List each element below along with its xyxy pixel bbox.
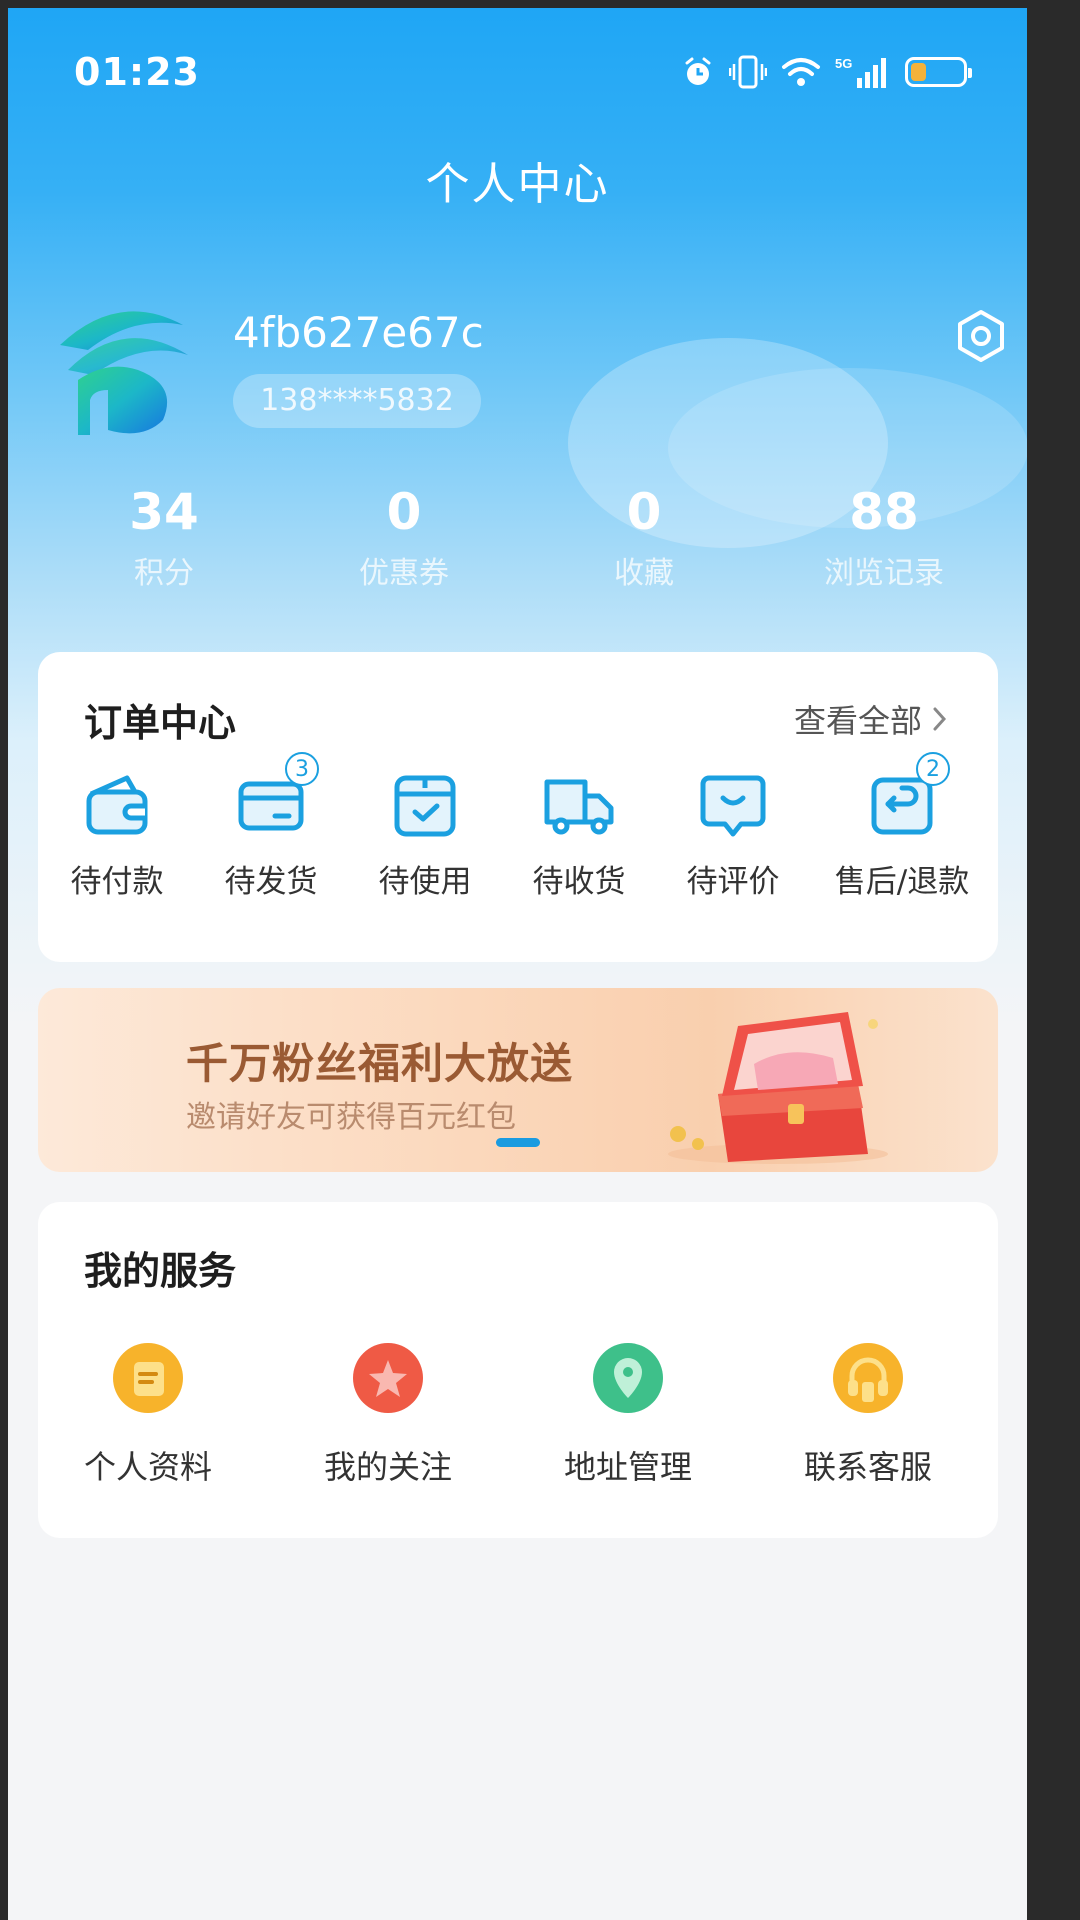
order-pending-receipt[interactable]: 待收货 bbox=[499, 764, 659, 901]
treasure-chest-icon bbox=[668, 1012, 888, 1164]
5g-signal-icon: 5G bbox=[835, 56, 886, 88]
phone-number: 138****5832 bbox=[233, 374, 481, 428]
banner-subtitle: 邀请好友可获得百元红包 bbox=[186, 1100, 516, 1135]
view-all-label: 查看全部 bbox=[793, 702, 922, 740]
battery-level bbox=[911, 63, 926, 81]
service-customer-support[interactable]: 联系客服 bbox=[758, 1342, 978, 1488]
chevron-right-icon bbox=[933, 707, 947, 731]
star-icon bbox=[353, 1343, 423, 1413]
location-pin-icon bbox=[593, 1343, 663, 1413]
calendar-check-icon bbox=[394, 775, 456, 837]
order-label: 待付款 bbox=[70, 864, 164, 900]
service-address[interactable]: 地址管理 bbox=[518, 1342, 738, 1488]
banner-title: 千万粉丝福利大放送 bbox=[186, 1039, 574, 1088]
profile-card-icon bbox=[113, 1343, 183, 1413]
status-icons: 5G bbox=[681, 54, 972, 90]
stat-points[interactable]: 34 积分 bbox=[44, 478, 284, 596]
stat-favorites[interactable]: 0 收藏 bbox=[524, 478, 764, 596]
network-label: 5G bbox=[835, 56, 852, 71]
order-label: 待发货 bbox=[224, 864, 318, 900]
stat-value: 0 bbox=[386, 483, 422, 541]
order-label: 待评价 bbox=[686, 864, 780, 900]
vibrate-icon bbox=[729, 55, 767, 89]
order-center-card: 订单中心 查看全部 待付款 3 待发货 待使用 待收货 待评价 2 售后/退款 bbox=[38, 652, 998, 962]
stat-coupons[interactable]: 0 优惠券 bbox=[284, 478, 524, 596]
stat-value: 34 bbox=[129, 483, 199, 541]
stat-label: 优惠券 bbox=[359, 556, 449, 591]
avatar[interactable] bbox=[48, 290, 198, 440]
stat-value: 88 bbox=[849, 483, 919, 541]
service-label: 我的关注 bbox=[323, 1448, 452, 1486]
promo-banner[interactable]: 千万粉丝福利大放送 邀请好友可获得百元红包 bbox=[38, 988, 998, 1172]
order-label: 售后/退款 bbox=[834, 864, 970, 900]
order-to-use[interactable]: 待使用 bbox=[345, 764, 505, 901]
stat-value: 0 bbox=[626, 483, 662, 541]
service-label: 联系客服 bbox=[803, 1448, 932, 1486]
service-label: 地址管理 bbox=[563, 1448, 692, 1486]
order-pending-shipment[interactable]: 3 待发货 bbox=[191, 752, 351, 901]
order-count-badge: 3 bbox=[285, 752, 319, 786]
battery-icon bbox=[905, 57, 972, 87]
service-label: 个人资料 bbox=[83, 1448, 212, 1486]
wallet-icon bbox=[86, 775, 148, 835]
carousel-indicator bbox=[496, 1138, 540, 1147]
services-title: 我的服务 bbox=[84, 1249, 237, 1293]
order-pending-review[interactable]: 待评价 bbox=[653, 764, 813, 901]
settings-icon[interactable] bbox=[953, 308, 1009, 364]
stat-label: 浏览记录 bbox=[824, 556, 944, 591]
stats-row: 34 积分 0 优惠券 0 收藏 88 浏览记录 bbox=[8, 478, 1027, 608]
order-label: 待收货 bbox=[532, 864, 626, 900]
comment-icon bbox=[700, 775, 766, 837]
stat-label: 积分 bbox=[134, 556, 194, 591]
phone-screen: 01:23 5G 个人中心 4fb627e67c 138****5832 34 … bbox=[8, 8, 1027, 1920]
wifi-icon bbox=[782, 58, 820, 86]
stat-label: 收藏 bbox=[614, 556, 674, 591]
stat-history[interactable]: 88 浏览记录 bbox=[764, 478, 1004, 596]
order-label: 待使用 bbox=[378, 864, 472, 900]
username[interactable]: 4fb627e67c bbox=[233, 308, 484, 357]
status-time: 01:23 bbox=[74, 50, 200, 94]
view-all-orders-link[interactable]: 查看全部 bbox=[794, 696, 948, 742]
order-pending-payment[interactable]: 待付款 bbox=[37, 764, 197, 901]
page-title: 个人中心 bbox=[425, 159, 610, 210]
service-following[interactable]: 我的关注 bbox=[278, 1342, 498, 1488]
order-center-title: 订单中心 bbox=[84, 701, 237, 745]
truck-icon bbox=[544, 779, 614, 835]
my-services-card: 我的服务 个人资料 我的关注 地址管理 联系客服 bbox=[38, 1202, 998, 1538]
status-bar: 01:23 5G bbox=[8, 8, 1027, 128]
service-profile[interactable]: 个人资料 bbox=[38, 1342, 258, 1488]
headset-icon bbox=[833, 1343, 903, 1413]
alarm-icon bbox=[685, 57, 711, 85]
order-after-sales[interactable]: 2 售后/退款 bbox=[822, 752, 982, 901]
order-count-badge: 2 bbox=[916, 752, 950, 786]
